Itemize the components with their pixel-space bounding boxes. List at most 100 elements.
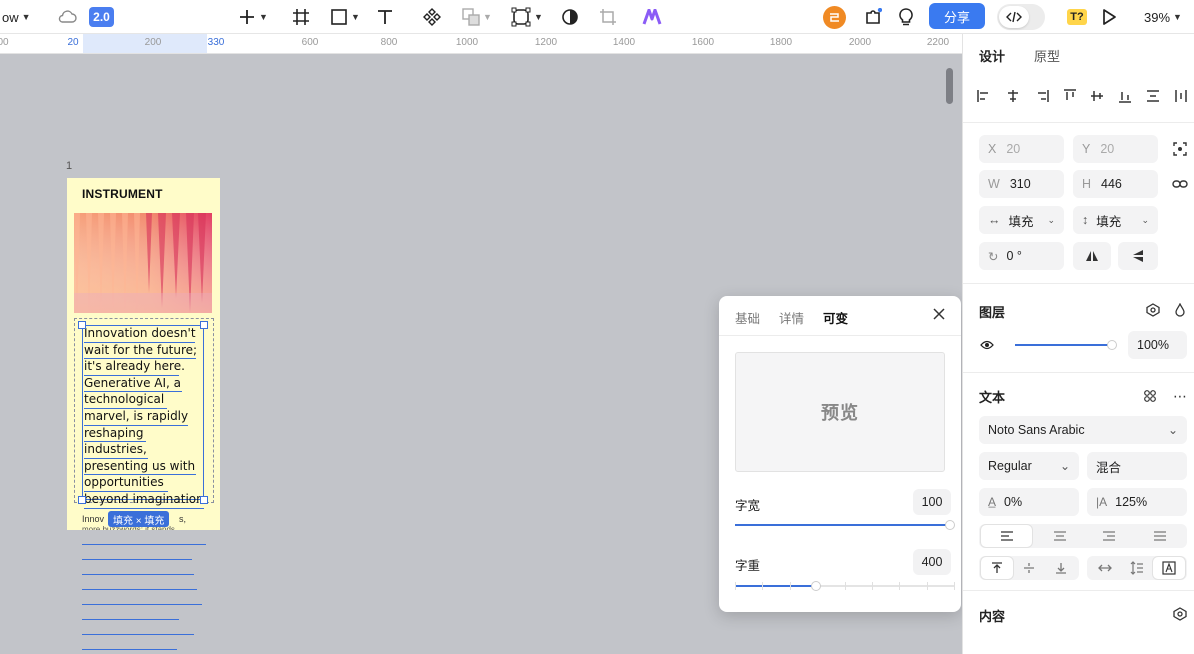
add-tool[interactable]: ▼ <box>234 0 272 34</box>
weight-axis-value[interactable]: 400 <box>913 549 951 575</box>
resize-handle-bottom-left[interactable] <box>78 496 86 504</box>
artboard-frame[interactable]: INSTRUMENT Innovation doesn't wait for t… <box>67 178 220 530</box>
play-icon <box>1103 9 1116 25</box>
close-icon[interactable] <box>931 306 947 322</box>
distribute-horizontal-icon[interactable] <box>1172 87 1190 105</box>
frame-tool[interactable] <box>290 0 312 34</box>
dev-mode-toggle[interactable] <box>997 0 1045 34</box>
panel-divider <box>963 372 1194 373</box>
auto-height-icon[interactable] <box>1121 557 1153 579</box>
distribute-vertical-icon[interactable] <box>1144 87 1162 105</box>
y-position-field[interactable]: Y 20 <box>1073 135 1158 163</box>
weight-slider-thumb[interactable] <box>811 581 821 591</box>
weight-slider-tick <box>790 582 791 590</box>
version-label: 2.0 <box>89 7 114 27</box>
plugins-button[interactable] <box>862 0 884 34</box>
horizontal-resize-select[interactable]: ↔ 填充 ⌄ <box>979 206 1064 234</box>
align-right-icon[interactable] <box>1033 87 1051 105</box>
opacity-slider-thumb[interactable] <box>1107 340 1117 350</box>
inspiration-button[interactable] <box>895 0 917 34</box>
shape-tool[interactable]: ▼ <box>327 0 363 34</box>
secondary-text-fragment[interactable]: Innov <box>82 514 104 524</box>
vertical-resize-select[interactable]: ↕ 填充 ⌄ <box>1073 206 1158 234</box>
zoom-menu[interactable]: 39% ▼ <box>1138 0 1188 34</box>
mask-tool[interactable] <box>559 0 581 34</box>
tab-basic[interactable]: 基础 <box>735 308 760 327</box>
text-align-right-icon[interactable] <box>1083 525 1134 547</box>
content-style-icon[interactable] <box>1171 605 1189 623</box>
text-align-justify-icon[interactable] <box>1134 525 1185 547</box>
auto-width-icon[interactable] <box>1089 557 1121 579</box>
flip-vertical-button[interactable] <box>1118 242 1158 270</box>
align-bottom-icon[interactable] <box>1116 87 1134 105</box>
tab-variable[interactable]: 可变 <box>823 308 848 327</box>
x-position-field[interactable]: X 20 <box>979 135 1064 163</box>
boolean-tool[interactable]: ▼ <box>459 0 495 34</box>
vertical-align-top-icon[interactable] <box>981 557 1013 579</box>
share-button[interactable]: 分享 <box>929 0 985 33</box>
line-height-field[interactable]: |A 125% <box>1087 488 1187 516</box>
visibility-eye-icon[interactable] <box>979 338 995 352</box>
fixed-size-icon[interactable] <box>1153 557 1185 579</box>
width-field[interactable]: W 310 <box>979 170 1064 198</box>
blend-drop-icon[interactable] <box>1171 301 1189 319</box>
rotation-field[interactable]: ↻ 0 ° <box>979 242 1064 270</box>
user-avatar[interactable] <box>822 0 846 34</box>
text-tool[interactable] <box>374 0 396 34</box>
cloud-sync-icon[interactable] <box>56 0 78 34</box>
align-left-icon[interactable] <box>975 87 993 105</box>
link-icon[interactable] <box>1171 175 1189 193</box>
flip-horizontal-button[interactable] <box>1073 242 1111 270</box>
tab-design[interactable]: 设计 <box>979 46 1005 65</box>
chevron-down-icon: ⌄ <box>1047 214 1055 225</box>
layer-style-icon[interactable] <box>1144 301 1162 319</box>
frame-number: 1 <box>66 160 73 172</box>
tab-prototype[interactable]: 原型 <box>1034 46 1060 65</box>
opacity-field[interactable]: 100% <box>1128 331 1187 359</box>
width-slider-track[interactable] <box>735 524 950 526</box>
font-family-select[interactable]: Noto Sans Arabic ⌄ <box>979 416 1187 444</box>
align-top-icon[interactable] <box>1061 87 1079 105</box>
resize-handle-top-left[interactable] <box>78 321 86 329</box>
text-align-center-icon[interactable] <box>1034 525 1085 547</box>
vertical-scrollbar[interactable] <box>946 68 953 104</box>
text-styles-grid-icon[interactable] <box>1141 387 1159 405</box>
vector-tool[interactable]: ▼ <box>509 0 545 34</box>
align-center-v-icon[interactable] <box>1088 87 1106 105</box>
size-mode-badge[interactable]: 填充 × 填充 <box>108 511 170 527</box>
text-align-left-icon[interactable] <box>981 525 1032 547</box>
tab-details[interactable]: 详情 <box>779 308 804 327</box>
more-options-icon[interactable]: ⋯ <box>1170 387 1190 405</box>
plugin-badge[interactable]: T? <box>1066 0 1088 34</box>
crop-tool[interactable] <box>597 0 619 34</box>
secondary-text-fragment: s, <box>179 514 187 524</box>
play-button[interactable] <box>1098 0 1120 34</box>
ai-tool[interactable] <box>641 0 663 34</box>
opacity-slider-track[interactable] <box>1015 344 1112 346</box>
ruler-tick: 1000 <box>455 37 479 48</box>
resize-handle-bottom-right[interactable] <box>200 496 208 504</box>
file-menu[interactable]: ow ▼ <box>0 0 46 34</box>
vertical-align-middle-icon[interactable] <box>1013 557 1045 579</box>
width-axis-value[interactable]: 100 <box>913 489 951 515</box>
text-line: Generative AI, a <box>84 376 182 393</box>
resize-handle-top-right[interactable] <box>200 321 208 329</box>
letter-spacing-field[interactable]: A̲ 0% <box>979 488 1079 516</box>
align-center-h-icon[interactable] <box>1004 87 1022 105</box>
width-slider-thumb[interactable] <box>945 520 955 530</box>
selected-text-box[interactable]: Innovation doesn't wait for the future; … <box>82 325 208 509</box>
opacity-slider-fill <box>1015 344 1112 346</box>
chevron-down-icon: ⌄ <box>1059 459 1070 473</box>
blend-mode-field[interactable]: 混合 <box>1087 452 1187 480</box>
text-line: Innovation doesn't <box>84 326 196 343</box>
version-badge[interactable]: 2.0 <box>89 0 114 34</box>
weight-slider-tick <box>872 582 873 590</box>
height-field[interactable]: H 446 <box>1073 170 1158 198</box>
frame-heading[interactable]: INSTRUMENT <box>82 187 163 201</box>
vertical-align-bottom-icon[interactable] <box>1045 557 1077 579</box>
component-tool[interactable] <box>420 0 444 34</box>
font-style-select[interactable]: Regular ⌄ <box>979 452 1079 480</box>
y-value: 20 <box>1100 142 1115 156</box>
focus-frame-icon[interactable] <box>1171 140 1189 158</box>
gradient-artwork-image[interactable] <box>74 213 212 313</box>
